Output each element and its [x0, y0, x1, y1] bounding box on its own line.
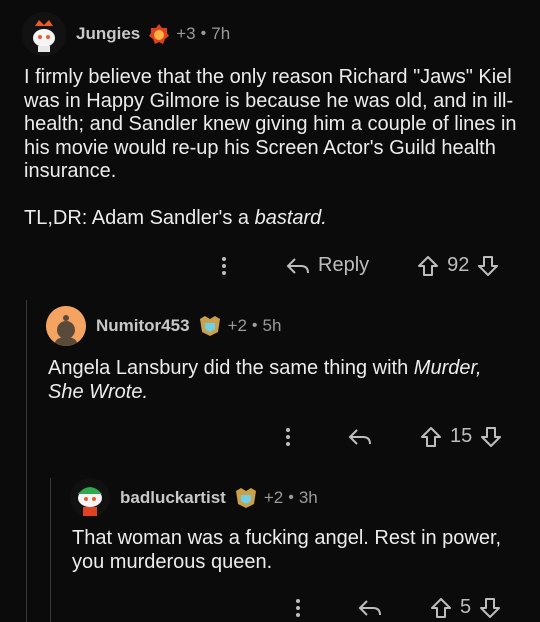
comment-header: badluckartist +2 • 3h [70, 478, 318, 518]
reply-arrow-icon[interactable] [348, 427, 372, 447]
downvote-arrow-icon[interactable] [479, 597, 501, 619]
reply-button[interactable]: Reply [286, 254, 369, 277]
thread-line-level-2 [50, 478, 51, 622]
username[interactable]: Numitor453 [96, 316, 190, 336]
downvote-arrow-icon[interactable] [480, 426, 502, 448]
upvote-arrow-icon[interactable] [430, 597, 452, 619]
separator-dot: • [200, 25, 207, 42]
separator-dot: • [251, 317, 258, 334]
reply-arrow-icon [286, 256, 310, 276]
timestamp: 5h [262, 316, 282, 335]
downvote-arrow-icon[interactable] [477, 255, 499, 277]
avatar[interactable] [22, 12, 66, 56]
vote-group: 15 [420, 425, 502, 448]
timestamp: 7h [211, 24, 231, 43]
comment-actions: 5 [294, 596, 501, 619]
comment-paragraph: I firmly believe that the only reason Ri… [24, 66, 517, 182]
avatar[interactable] [46, 306, 86, 346]
vote-count: 5 [460, 596, 472, 618]
vote-group: 92 [417, 254, 499, 277]
comment-body: I firmly believe that the only reason Ri… [24, 66, 524, 230]
score-delta: +2 [227, 316, 247, 335]
upvote-arrow-icon[interactable] [420, 426, 442, 448]
comment-paragraph-tldr: TL,DR: Adam Sandler's a bastard. [24, 206, 327, 229]
comment-body: Angela Lansbury did the same thing with … [48, 357, 482, 403]
timestamp: 3h [298, 488, 318, 507]
comment-actions: Reply 92 [220, 254, 499, 277]
vote-count: 15 [450, 425, 473, 447]
comment-header: Numitor453 +2 • 5h [46, 306, 281, 346]
username[interactable]: Jungies [76, 24, 140, 44]
more-vertical-icon[interactable] [220, 255, 228, 277]
thread-line-level-1 [26, 300, 27, 622]
italic-text: bastard. [254, 206, 327, 229]
more-vertical-icon[interactable] [294, 597, 302, 619]
reply-label: Reply [318, 254, 370, 276]
vote-group: 5 [430, 596, 501, 619]
award-badge-icon [198, 315, 222, 337]
more-vertical-icon[interactable] [284, 426, 292, 448]
separator-dot: • [288, 489, 294, 506]
comment-actions: 15 [284, 425, 502, 448]
reply-arrow-icon[interactable] [358, 598, 382, 618]
score-delta: +2 [263, 488, 284, 507]
award-badge-icon [148, 23, 170, 45]
username[interactable]: badluckartist [120, 488, 226, 508]
comment-header: Jungies +3 • 7h [22, 12, 230, 56]
avatar[interactable] [70, 478, 110, 518]
vote-count: 92 [447, 254, 470, 276]
score-delta: +3 [176, 24, 196, 43]
comment-body: That woman was a fucking angel. Rest in … [72, 527, 502, 573]
award-badge-icon [234, 487, 258, 509]
upvote-arrow-icon[interactable] [417, 255, 439, 277]
